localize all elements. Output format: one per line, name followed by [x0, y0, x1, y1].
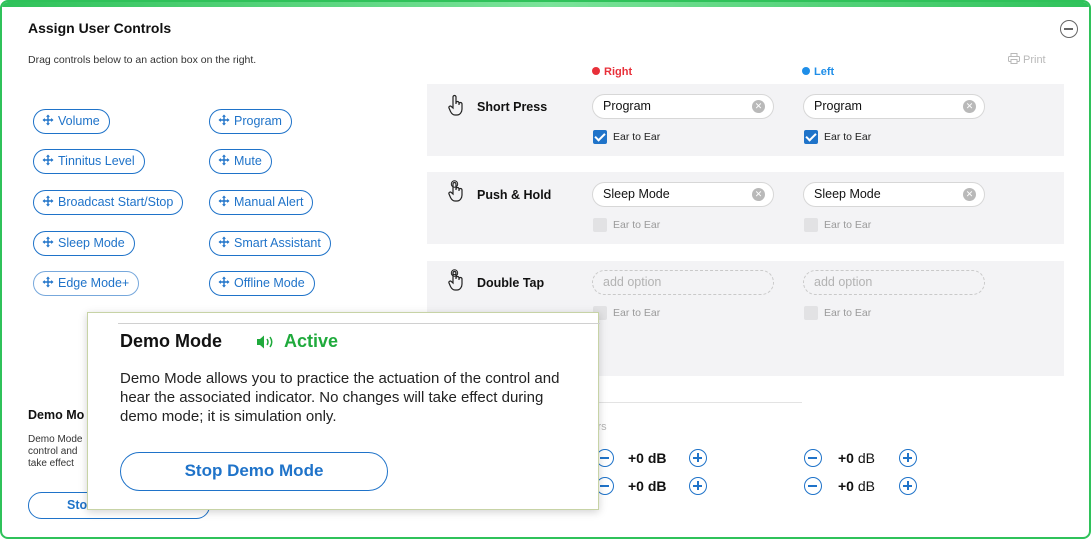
- print-label: Print: [1023, 54, 1046, 66]
- top-accent-bar: [2, 2, 1089, 7]
- ear-to-ear-label: Ear to Ear: [824, 219, 872, 231]
- assign-user-controls-panel: Assign User Controls Drag controls below…: [0, 0, 1091, 539]
- ear-to-ear-label: Ear to Ear: [613, 131, 661, 143]
- move-icon: [218, 236, 230, 248]
- control-chip-label: Volume: [58, 114, 100, 128]
- ear-to-ear-label: Ear to Ear: [613, 219, 661, 231]
- option-placeholder: add option: [603, 275, 662, 289]
- clear-icon[interactable]: ✕: [963, 100, 976, 113]
- demo-status: Active: [284, 331, 339, 351]
- control-chip-label: Sleep Mode: [58, 236, 125, 250]
- right-increase-icon[interactable]: [689, 449, 707, 467]
- move-icon: [42, 114, 54, 126]
- option-value: Program: [603, 99, 651, 113]
- move-icon: [218, 276, 230, 288]
- panel-title: Assign User Controls: [28, 20, 172, 36]
- control-chip-label: Broadcast Start/Stop: [58, 195, 174, 209]
- short-press-right-select[interactable]: Program ✕: [592, 94, 774, 119]
- control-chip-sleep-mode[interactable]: Sleep Mode: [33, 231, 135, 256]
- double-tap-right-drop-zone[interactable]: add option: [592, 270, 774, 295]
- control-chip-manual-alert[interactable]: Manual Alert: [209, 190, 314, 215]
- right-ear-header: Right: [592, 66, 632, 78]
- print-button[interactable]: Print: [1008, 53, 1046, 66]
- left-indicator-level-2: +0 dB: [838, 478, 875, 494]
- right-indicator-level-1: +0 dB: [628, 450, 667, 466]
- clear-icon[interactable]: ✕: [752, 100, 765, 113]
- control-chip-label: Edge Mode+: [58, 276, 130, 290]
- action-name: Push & Hold: [477, 188, 552, 202]
- demo-mode-popup: Demo Mode Active Demo Mode allows you to…: [87, 312, 600, 510]
- push-hold-right-select[interactable]: Sleep Mode ✕: [592, 182, 774, 207]
- control-chip-label: Smart Assistant: [234, 236, 321, 250]
- clear-icon[interactable]: ✕: [752, 188, 765, 201]
- collapse-icon[interactable]: [1060, 20, 1078, 38]
- move-icon: [218, 114, 230, 126]
- action-box-short-press[interactable]: Short Press Program ✕ Program ✕ Ear to E…: [427, 84, 1064, 156]
- push-hold-left-ear-checkbox[interactable]: [804, 218, 818, 232]
- move-icon: [218, 154, 230, 166]
- control-chip-edge-mode[interactable]: Edge Mode+: [33, 271, 140, 296]
- right-indicator-level-2: +0 dB: [628, 478, 667, 494]
- move-icon: [42, 154, 54, 166]
- demo-section-title: Demo Mo: [28, 408, 85, 422]
- move-icon: [218, 195, 230, 207]
- control-chip-label: Program: [234, 114, 282, 128]
- control-chip-volume[interactable]: Volume: [33, 109, 110, 134]
- double-tap-hand-icon: [448, 269, 463, 291]
- control-chip-label: Manual Alert: [234, 195, 304, 209]
- move-icon: [42, 195, 54, 207]
- control-chip-label: Mute: [234, 154, 262, 168]
- left-increase-icon[interactable]: [899, 477, 917, 495]
- ear-to-ear-label: Ear to Ear: [824, 307, 872, 319]
- control-chip-tinnitus-level[interactable]: Tinnitus Level: [33, 149, 145, 174]
- control-chip-mute[interactable]: Mute: [209, 149, 272, 174]
- left-ear-header: Left: [802, 66, 834, 78]
- left-decrease-icon[interactable]: [804, 477, 822, 495]
- stop-demo-mode-button[interactable]: Stop Demo Mode: [120, 452, 388, 491]
- push-hold-left-select[interactable]: Sleep Mode ✕: [803, 182, 985, 207]
- action-box-push-hold[interactable]: Push & Hold Sleep Mode ✕ Sleep Mode ✕ Ea…: [427, 172, 1064, 244]
- popup-description: Demo Mode allows you to practice the act…: [120, 370, 560, 425]
- option-value: Sleep Mode: [603, 187, 670, 201]
- move-icon: [42, 276, 54, 288]
- short-press-left-select[interactable]: Program ✕: [803, 94, 985, 119]
- short-press-left-ear-checkbox[interactable]: [804, 130, 818, 144]
- double-tap-left-drop-zone[interactable]: add option: [803, 270, 985, 295]
- divider: [590, 402, 802, 403]
- left-ear-label: Left: [814, 66, 835, 78]
- control-chip-label: Tinnitus Level: [58, 154, 135, 168]
- ear-to-ear-label: Ear to Ear: [824, 131, 872, 143]
- control-chip-broadcast[interactable]: Broadcast Start/Stop: [33, 190, 184, 215]
- option-placeholder: add option: [814, 275, 873, 289]
- option-value: Program: [814, 99, 862, 113]
- double-tap-left-ear-checkbox[interactable]: [804, 306, 818, 320]
- printer-icon: [1008, 53, 1020, 64]
- ear-to-ear-label: Ear to Ear: [613, 307, 661, 319]
- left-increase-icon[interactable]: [899, 449, 917, 467]
- right-dot-icon: [592, 67, 600, 75]
- control-chip-smart-assistant[interactable]: Smart Assistant: [209, 231, 331, 256]
- control-chip-program[interactable]: Program: [209, 109, 292, 134]
- hold-hand-icon: [448, 180, 463, 202]
- right-increase-icon[interactable]: [689, 477, 707, 495]
- control-chip-offline-mode[interactable]: Offline Mode: [209, 271, 315, 296]
- action-name: Short Press: [477, 100, 548, 114]
- left-dot-icon: [802, 67, 810, 75]
- panel-subtitle: Drag controls below to an action box on …: [28, 54, 257, 66]
- clear-icon[interactable]: ✕: [963, 188, 976, 201]
- popup-divider: [118, 323, 600, 324]
- move-icon: [42, 236, 54, 248]
- speaker-icon: [257, 335, 273, 349]
- popup-title: Demo Mode: [120, 331, 223, 351]
- option-value: Sleep Mode: [814, 187, 881, 201]
- push-hold-right-ear-checkbox[interactable]: [593, 218, 607, 232]
- control-chip-label: Offline Mode: [234, 276, 305, 290]
- left-decrease-icon[interactable]: [804, 449, 822, 467]
- left-indicator-level-1: +0 dB: [838, 450, 875, 466]
- short-press-right-ear-checkbox[interactable]: [593, 130, 607, 144]
- action-name: Double Tap: [477, 276, 545, 290]
- right-ear-label: Right: [604, 66, 633, 78]
- tap-hand-icon: [448, 94, 463, 116]
